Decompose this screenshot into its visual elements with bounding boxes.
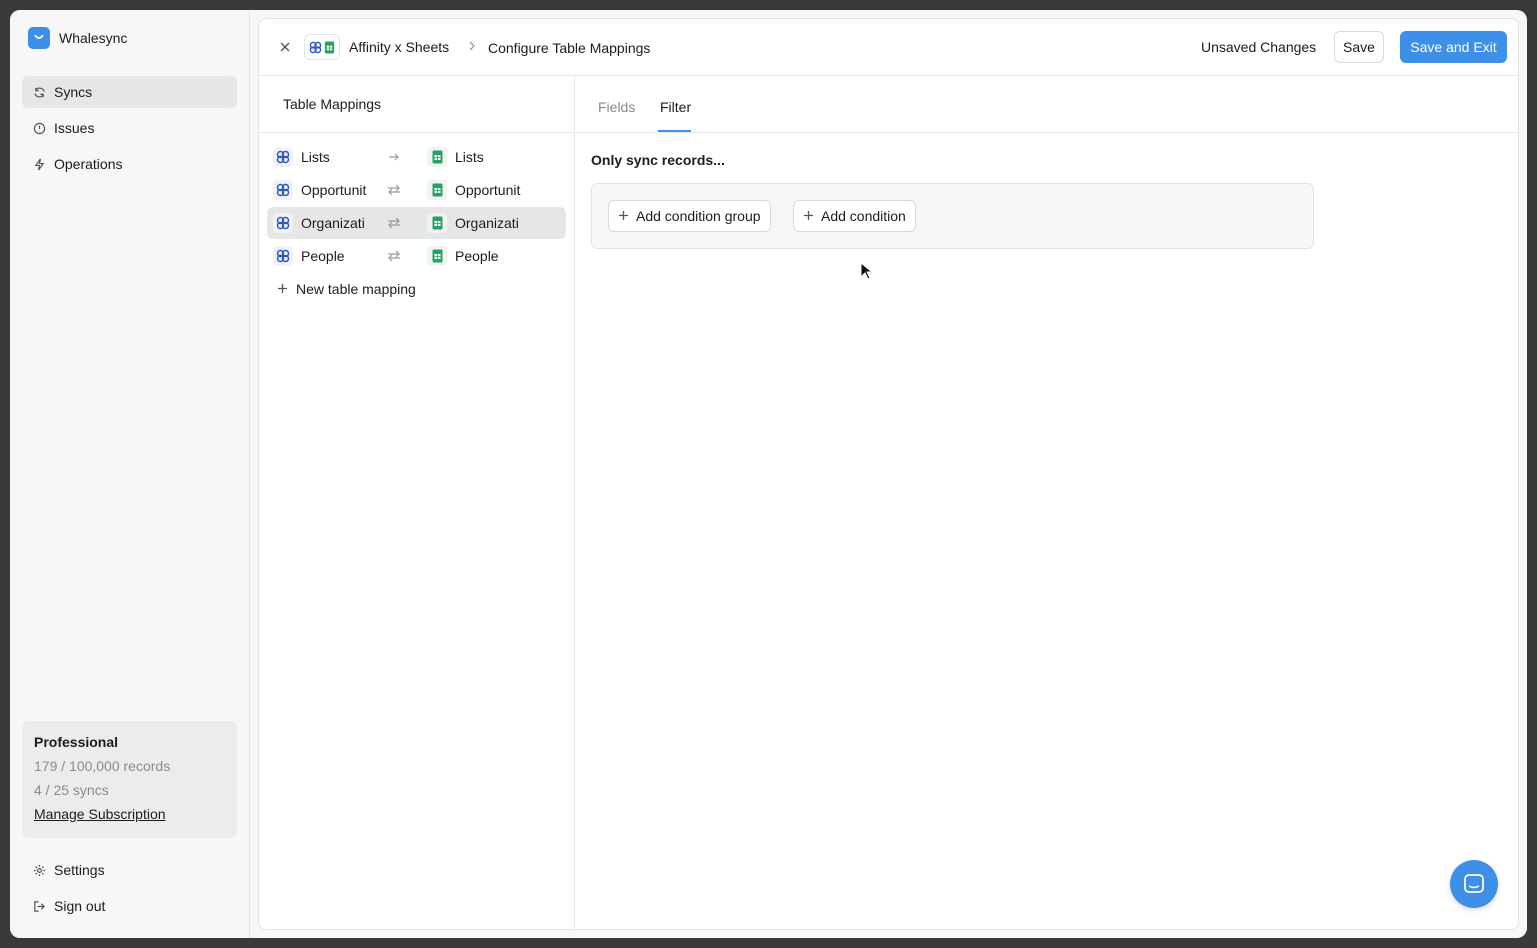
chat-icon — [1464, 874, 1484, 893]
google-sheets-icon — [427, 180, 447, 200]
google-sheets-icon — [427, 246, 447, 266]
support-chat-button[interactable] — [1450, 860, 1498, 908]
sign-out-icon — [32, 899, 46, 913]
sidebar-item-issues[interactable]: Issues — [22, 112, 237, 144]
add-condition-label: Add condition — [821, 208, 906, 224]
manage-subscription-link[interactable]: Manage Subscription — [34, 806, 225, 822]
save-button[interactable]: Save — [1334, 31, 1384, 63]
sidebar-item-label: Sign out — [54, 898, 106, 914]
mapping-row-lists[interactable]: Lists Lists — [267, 141, 566, 173]
affinity-icon — [273, 147, 293, 167]
table-mappings-pane: Table Mappings Lists Lists Opportunit Op… — [259, 76, 575, 929]
close-icon — [280, 42, 290, 52]
sidebar-nav: Syncs Issues Operations — [22, 76, 237, 184]
two-way-arrow-icon — [386, 215, 402, 231]
two-way-arrow-icon — [386, 248, 402, 264]
sidebar-item-label: Syncs — [54, 84, 93, 100]
main-panel: Affinity x Sheets Configure Table Mappin… — [258, 18, 1519, 930]
table-mappings-title: Table Mappings — [259, 76, 574, 133]
active-tab-indicator — [658, 130, 691, 132]
sync-apps-badge — [304, 34, 340, 60]
add-condition-button[interactable]: Add condition — [793, 200, 916, 232]
gear-icon — [32, 863, 46, 877]
plus-icon — [803, 208, 814, 224]
tab-filter[interactable]: Filter — [660, 99, 691, 115]
mapping-row-organizations[interactable]: Organizati Organizati — [267, 207, 566, 239]
add-condition-group-label: Add condition group — [636, 208, 761, 224]
arrow-right-icon — [386, 149, 402, 165]
mapping-target-label: Organizati — [455, 215, 519, 231]
filter-heading: Only sync records... — [591, 152, 725, 168]
plus-icon — [618, 208, 629, 224]
mapping-source-label: Opportunit — [301, 182, 367, 198]
refresh-icon — [32, 85, 46, 99]
lightning-icon — [32, 157, 46, 171]
mapping-target-label: Opportunit — [455, 182, 521, 198]
mapping-source-label: Lists — [301, 149, 330, 165]
google-sheets-icon — [324, 40, 335, 54]
mapping-source-label: Organizati — [301, 215, 365, 231]
mapping-target-label: People — [455, 248, 499, 264]
plan-name: Professional — [34, 734, 119, 750]
page-title: Configure Table Mappings — [488, 40, 651, 56]
close-button[interactable] — [276, 38, 294, 56]
tab-fields[interactable]: Fields — [598, 99, 635, 115]
sidebar-item-operations[interactable]: Operations — [22, 148, 237, 180]
sidebar-item-label: Operations — [54, 156, 123, 172]
plan-syncs: 4 / 25 syncs — [34, 782, 109, 798]
plan-card: Professional 179 / 100,000 records 4 / 2… — [22, 721, 237, 838]
two-way-arrow-icon — [386, 182, 402, 198]
mapping-list: Lists Lists Opportunit Opportunit Organi… — [259, 133, 574, 313]
sidebar-item-syncs[interactable]: Syncs — [22, 76, 237, 108]
whalesync-logo-icon — [28, 27, 50, 49]
sidebar-item-sign-out[interactable]: Sign out — [22, 890, 237, 922]
unsaved-status: Unsaved Changes — [1201, 39, 1317, 55]
add-condition-group-button[interactable]: Add condition group — [608, 200, 771, 232]
plan-records: 179 / 100,000 records — [34, 758, 171, 774]
brand-name: Whalesync — [59, 30, 128, 46]
new-table-mapping-button[interactable]: New table mapping — [267, 273, 566, 305]
tab-bar: Fields Filter — [576, 76, 1518, 133]
mouse-cursor-icon — [860, 261, 874, 283]
sidebar: Whalesync Syncs Issues Operations Profes… — [10, 10, 250, 938]
new-table-mapping-label: New table mapping — [296, 281, 416, 297]
brand[interactable]: Whalesync — [28, 27, 127, 49]
app-window: Whalesync Syncs Issues Operations Profes… — [10, 10, 1527, 938]
sidebar-item-settings[interactable]: Settings — [22, 854, 237, 886]
mapping-source-label: People — [301, 248, 345, 264]
mapping-target-label: Lists — [455, 149, 484, 165]
affinity-icon — [273, 180, 293, 200]
mapping-row-opportunities[interactable]: Opportunit Opportunit — [267, 174, 566, 206]
filter-conditions-box: Add condition group Add condition — [591, 183, 1314, 249]
google-sheets-icon — [427, 213, 447, 233]
mapping-row-people[interactable]: People People — [267, 240, 566, 272]
sidebar-item-label: Settings — [54, 862, 105, 878]
google-sheets-icon — [427, 147, 447, 167]
affinity-icon — [273, 213, 293, 233]
chevron-right-icon — [468, 39, 476, 54]
sidebar-bottom-nav: Settings Sign out — [22, 854, 237, 926]
mapping-detail-pane: Fields Filter Only sync records... Add c… — [576, 76, 1518, 929]
alert-circle-icon — [32, 121, 46, 135]
save-and-exit-button[interactable]: Save and Exit — [1400, 31, 1507, 63]
affinity-icon — [273, 246, 293, 266]
breadcrumb-sync[interactable]: Affinity x Sheets — [349, 39, 449, 55]
header: Affinity x Sheets Configure Table Mappin… — [259, 19, 1518, 76]
plus-icon — [277, 281, 288, 297]
affinity-icon — [309, 41, 322, 53]
sidebar-item-label: Issues — [54, 120, 95, 136]
